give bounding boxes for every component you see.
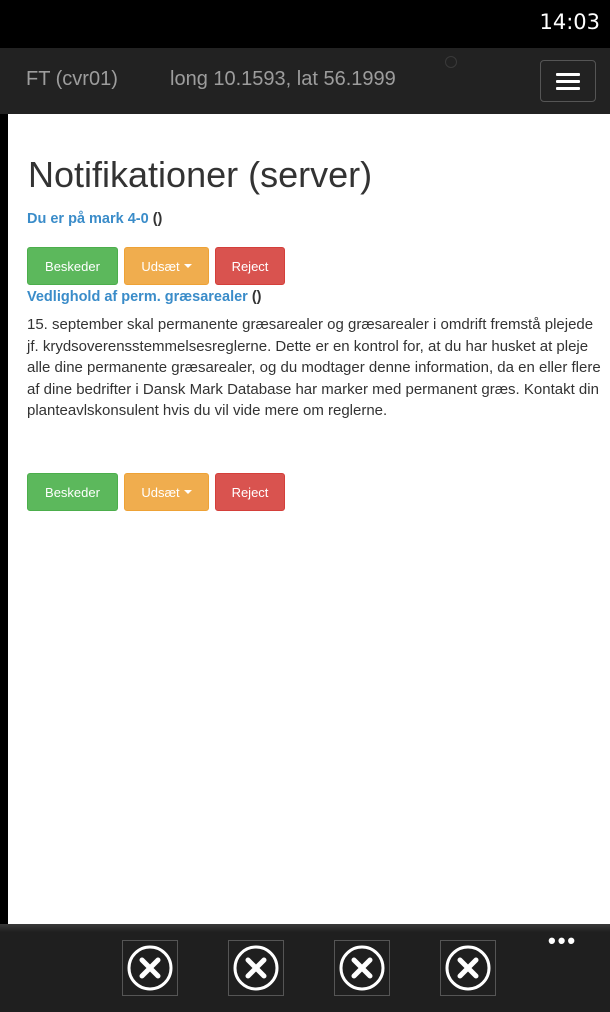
messages-button[interactable]: Beskeder bbox=[27, 473, 118, 511]
app-bar: ••• bbox=[0, 924, 610, 1012]
close-circle-icon bbox=[445, 945, 491, 991]
gps-indicator-icon bbox=[445, 56, 457, 68]
main-content: Notifikationer (server) Du er på mark 4-… bbox=[8, 114, 610, 931]
notification-title: Vedlighold af perm. græsarealer () bbox=[27, 289, 262, 305]
messages-button[interactable]: Beskeder bbox=[27, 247, 118, 285]
appbar-button-4[interactable] bbox=[440, 940, 496, 996]
status-time: 14:03 bbox=[539, 10, 600, 34]
messages-button-label: Beskeder bbox=[45, 484, 100, 500]
messages-button-label: Beskeder bbox=[45, 258, 100, 274]
reject-button[interactable]: Reject bbox=[215, 247, 285, 285]
page-title: Notifikationer (server) bbox=[28, 154, 373, 195]
notification-suffix: () bbox=[148, 211, 163, 227]
navbar-brand[interactable]: FT (cvr01) bbox=[26, 68, 118, 91]
reject-button-label: Reject bbox=[231, 258, 269, 274]
appbar-button-1[interactable] bbox=[122, 940, 178, 996]
notification-link[interactable]: Vedlighold af perm. græsarealer bbox=[27, 289, 248, 305]
close-circle-icon bbox=[233, 945, 279, 991]
caret-down-icon bbox=[183, 490, 192, 494]
hamburger-menu-icon bbox=[556, 79, 580, 83]
notification-body: 15. september skal permanente græsareale… bbox=[27, 316, 601, 419]
notification-suffix: () bbox=[247, 289, 262, 305]
status-bar: 14:03 bbox=[0, 0, 610, 48]
postpone-dropdown-button[interactable]: Udsæt bbox=[124, 247, 209, 285]
appbar-button-3[interactable] bbox=[334, 940, 390, 996]
hamburger-menu-button[interactable] bbox=[540, 60, 596, 102]
notification-link[interactable]: Du er på mark 4-0 bbox=[27, 211, 149, 227]
app-bar-shadow bbox=[0, 924, 610, 932]
postpone-button-label: Udsæt bbox=[141, 258, 180, 274]
navbar: FT (cvr01) long 10.1593, lat 56.1999 bbox=[0, 48, 610, 114]
notification-title: Du er på mark 4-0 () bbox=[27, 211, 162, 227]
reject-button-label: Reject bbox=[231, 484, 269, 500]
close-circle-icon bbox=[339, 945, 385, 991]
gps-location: long 10.1593, lat 56.1999 bbox=[170, 68, 396, 90]
postpone-button-label: Udsæt bbox=[141, 484, 180, 500]
close-circle-icon bbox=[127, 945, 173, 991]
hamburger-menu-icon bbox=[556, 72, 580, 76]
hamburger-menu-icon bbox=[556, 86, 580, 90]
appbar-button-2[interactable] bbox=[228, 940, 284, 996]
reject-button[interactable]: Reject bbox=[215, 473, 285, 511]
postpone-dropdown-button[interactable]: Udsæt bbox=[124, 473, 209, 511]
caret-down-icon bbox=[183, 264, 192, 268]
